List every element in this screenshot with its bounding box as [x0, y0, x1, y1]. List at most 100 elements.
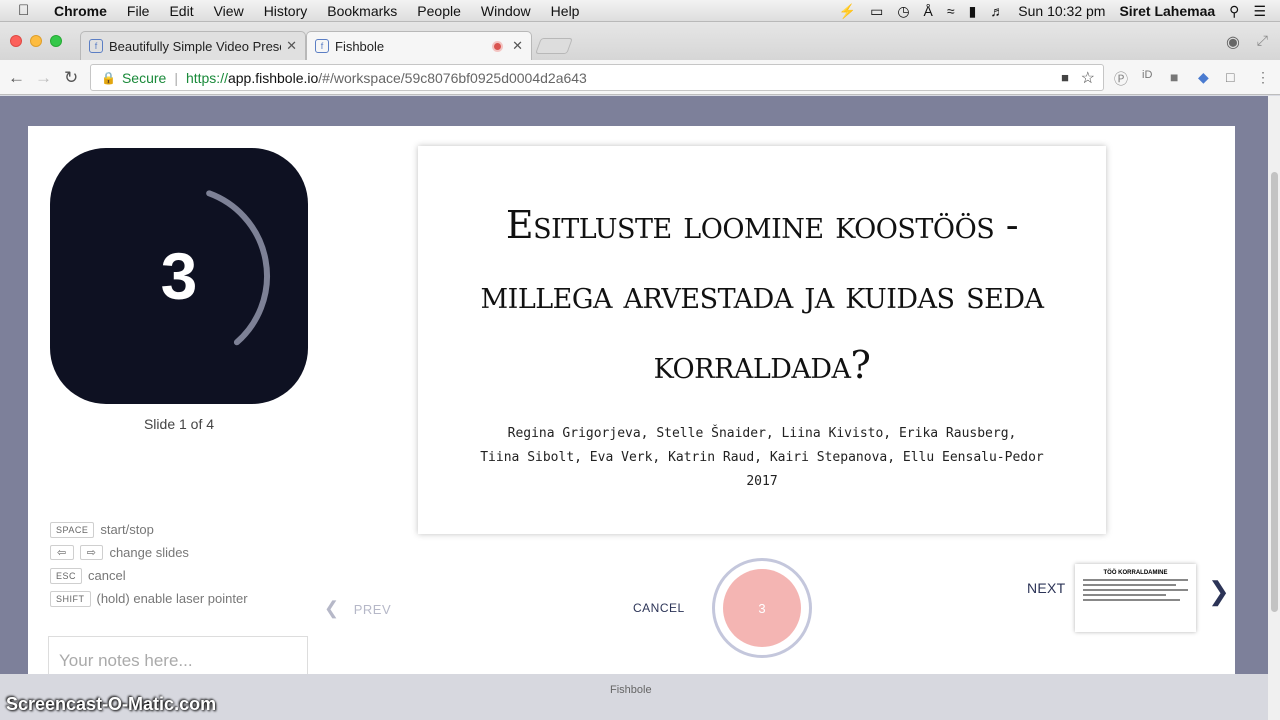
browser-tab-active[interactable]: f Fishbole ✕ — [306, 31, 532, 60]
extension-icon[interactable]: ■ — [1170, 69, 1178, 85]
menu-file[interactable]: File — [127, 3, 150, 19]
chrome-menu-icon[interactable]: ⋮ — [1256, 69, 1270, 86]
spotlight-search-icon[interactable]: ⚲ — [1229, 3, 1239, 20]
time-machine-icon[interactable]: ◷ — [897, 3, 909, 20]
thumbnail-line — [1083, 579, 1188, 581]
left-arrow-key-icon: ⇦ — [50, 545, 74, 560]
new-tab-button[interactable] — [535, 38, 573, 54]
back-arrow-icon[interactable]: ← — [8, 68, 25, 88]
browser-tab[interactable]: f Beautifully Simple Video Prese ✕ — [80, 31, 306, 60]
shortcut-row: SHIFT (hold) enable laser pointer — [50, 587, 248, 610]
fishbole-favicon-icon: f — [315, 39, 329, 53]
thumbnail-line — [1083, 599, 1180, 601]
thumbnail-line — [1083, 584, 1176, 586]
menubar-user[interactable]: Siret Lahemaa — [1119, 3, 1215, 19]
id-extension-icon[interactable]: iD — [1142, 69, 1152, 81]
tab-close-icon[interactable]: ✕ — [286, 38, 297, 54]
slide-counter: Slide 1 of 4 — [143, 416, 215, 432]
presenter-modal: 3 Slide 1 of 4 SPACE start/stop ⇦ ⇨ chan… — [28, 126, 1235, 676]
shortcut-label: start/stop — [100, 522, 154, 537]
page-scrollbar[interactable] — [1268, 96, 1280, 720]
scrollbar-thumb[interactable] — [1271, 172, 1278, 612]
next-slide-button[interactable]: NEXT — [1027, 580, 1066, 596]
right-arrow-key-icon: ⇨ — [79, 545, 104, 560]
url-path: /#/workspace/59c8076bf0925d0004d2a643 — [318, 69, 587, 86]
apple-menu-icon[interactable]:  — [18, 2, 38, 19]
slide-title: Esitluste loomine koostöös - millega arv… — [480, 203, 1044, 387]
record-countdown: 3 — [723, 569, 801, 647]
fullscreen-icon[interactable]: ⤢ — [1257, 32, 1268, 49]
slide-authors-line: Regina Grigorjeva, Stelle Šnaider, Liina… — [507, 426, 1017, 441]
prev-slide-button[interactable]: ❮ PREV — [324, 598, 391, 619]
profile-icon[interactable]: ◉ — [1226, 32, 1240, 52]
menubar-clock[interactable]: Sun 10:32 pm — [1018, 3, 1105, 19]
recording-indicator-icon — [492, 40, 503, 52]
menu-help[interactable]: Help — [551, 3, 580, 19]
pinterest-extension-icon[interactable]: Ⓟ — [1114, 69, 1128, 89]
menu-people[interactable]: People — [417, 3, 461, 19]
presenter-notes-input[interactable]: Your notes here... — [48, 636, 308, 676]
address-bar[interactable]: 🔒 Secure | https:// app.fishbole.io /#/w… — [90, 64, 1104, 91]
shortcut-key: SHIFT — [50, 590, 91, 607]
cancel-button[interactable]: CANCEL — [633, 601, 685, 615]
shortcut-label: change slides — [109, 545, 189, 560]
shortcut-label: (hold) enable laser pointer — [96, 591, 248, 606]
thumbnail-title: TÖÖ KORRALDAMINE — [1103, 570, 1168, 576]
bookmark-star-icon[interactable]: ☆ — [1081, 68, 1095, 88]
browser-toolbar: ← → ↻ 🔒 Secure | https:// app.fishbole.i… — [0, 60, 1280, 95]
shortcut-row: ESC cancel — [50, 564, 248, 587]
thumbnail-line — [1083, 594, 1166, 596]
menu-edit[interactable]: Edit — [169, 3, 193, 19]
fishbole-favicon-icon: f — [89, 39, 103, 53]
menu-view[interactable]: View — [214, 3, 244, 19]
current-slide: Esitluste loomine koostöös - millega arv… — [418, 146, 1106, 534]
browser-tab-bar: f Beautifully Simple Video Prese ✕ f Fis… — [0, 22, 1280, 60]
menu-window[interactable]: Window — [481, 3, 531, 19]
slide-year: 2017 — [746, 474, 778, 489]
shortcut-row: SPACE start/stop — [50, 518, 248, 541]
camera-icon[interactable]: ■ — [1061, 70, 1069, 85]
tab-title: Beautifully Simple Video Prese — [109, 38, 281, 54]
menu-app-chrome[interactable]: Chrome — [54, 3, 107, 19]
shortcut-label: cancel — [88, 568, 126, 583]
airplay-icon[interactable]: ▭ — [870, 3, 883, 20]
gem-extension-icon[interactable]: ◆ — [1198, 69, 1209, 86]
slide-authors: Regina Grigorjeva, Stelle Šnaider, Liina… — [438, 422, 1086, 494]
menu-history[interactable]: History — [264, 3, 308, 19]
countdown-timer: 3 — [50, 148, 308, 404]
prev-label: PREV — [353, 602, 392, 617]
footer-label: Fishbole — [610, 684, 652, 696]
forward-arrow-icon[interactable]: → — [35, 68, 52, 88]
record-button[interactable]: 3 — [712, 558, 812, 658]
os-menubar:  Chrome File Edit View History Bookmark… — [0, 0, 1280, 22]
thumbnail-line — [1083, 589, 1188, 591]
countdown-number: 3 — [160, 239, 198, 313]
reload-icon[interactable]: ↻ — [64, 68, 78, 88]
lock-icon: 🔒 — [101, 70, 116, 85]
battery-icon[interactable]: ▮ — [969, 3, 977, 20]
watermark: Screencast-O-Matic.com — [6, 694, 217, 714]
shortcut-key: SPACE — [50, 521, 95, 538]
minimize-window-button[interactable] — [30, 35, 42, 47]
tab-close-icon[interactable]: ✕ — [512, 38, 523, 54]
status-bolt-icon[interactable]: ⚡ — [839, 3, 856, 20]
shortcut-row: ⇦ ⇨ change slides — [50, 541, 248, 564]
chevron-right-icon[interactable]: ❯ — [1208, 576, 1230, 607]
keyboard-shortcuts: SPACE start/stop ⇦ ⇨ change slides ESC c… — [50, 518, 248, 610]
wifi-icon[interactable]: ≈ — [947, 3, 955, 19]
menu-bookmarks[interactable]: Bookmarks — [327, 3, 397, 19]
zoom-window-button[interactable] — [50, 35, 62, 47]
slide-authors-line: Tiina Sibolt, Eva Verk, Katrin Raud, Kai… — [480, 450, 1044, 465]
volume-icon[interactable]: ♬ — [990, 3, 1004, 19]
address-separator: | — [174, 69, 178, 86]
url-host: app.fishbole.io — [227, 69, 319, 86]
close-window-button[interactable] — [10, 35, 22, 47]
secure-label: Secure — [121, 69, 167, 86]
shortcut-key: ESC — [50, 567, 83, 584]
bluetooth-icon[interactable]: Å — [924, 3, 933, 19]
copy-extension-icon[interactable]: □ — [1226, 69, 1234, 85]
notification-center-icon[interactable]: ☰ — [1253, 3, 1266, 20]
next-slide-thumbnail[interactable]: TÖÖ KORRALDAMINE — [1075, 564, 1196, 632]
tab-title: Fishbole — [335, 38, 385, 54]
url-protocol: https:// — [185, 69, 228, 86]
